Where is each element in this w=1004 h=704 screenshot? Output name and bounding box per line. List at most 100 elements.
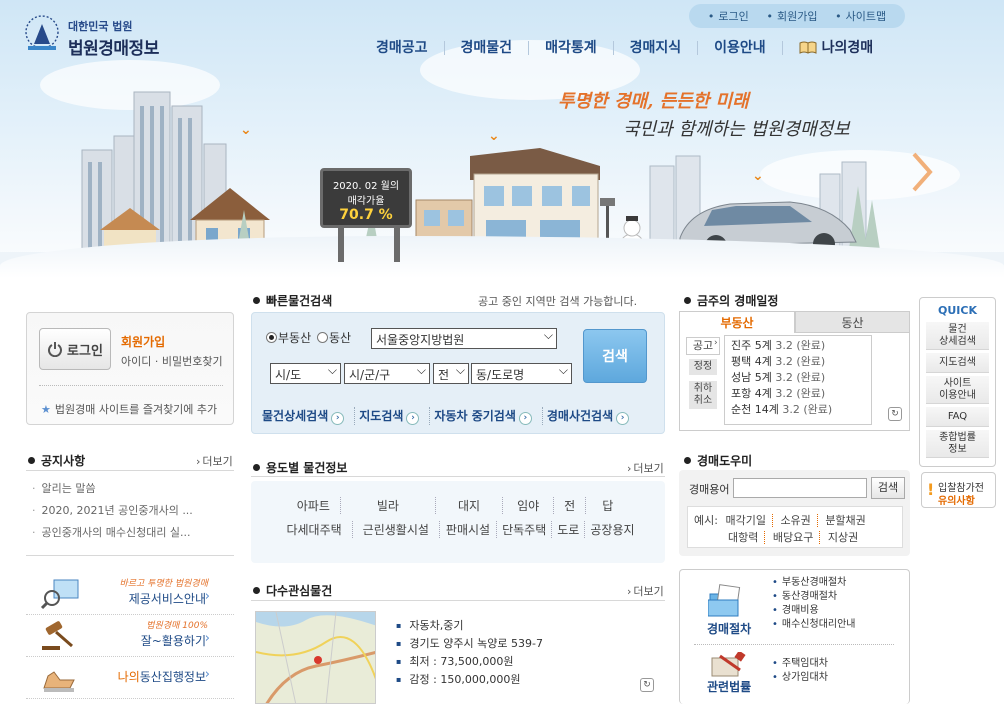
usage-forest[interactable]: 임야 bbox=[503, 497, 555, 514]
term-search-button[interactable]: 검색 bbox=[871, 477, 905, 499]
promo-sub: 법원경매 100% bbox=[146, 621, 208, 631]
divider bbox=[26, 614, 234, 615]
usage-road[interactable]: 도로 bbox=[552, 521, 586, 538]
usage-field[interactable]: 전 bbox=[554, 497, 587, 514]
procedure-link[interactable]: 경매비용 bbox=[772, 604, 856, 618]
popular-more-link[interactable]: 더보기 bbox=[627, 583, 663, 599]
top-link-login[interactable]: 로그인 bbox=[708, 8, 748, 24]
tab-movable[interactable]: 동산 bbox=[795, 311, 910, 333]
quick-item-map-search[interactable]: 지도검색 bbox=[926, 353, 989, 373]
usage-multifamily[interactable]: 다세대주택 bbox=[276, 521, 353, 538]
popular-item-map[interactable] bbox=[255, 611, 376, 704]
schedule-item[interactable]: 진주 5계 3.2 (완료) bbox=[731, 338, 865, 354]
map-thumbnail bbox=[256, 612, 375, 703]
dong-road-select[interactable]: 동/도로명 bbox=[471, 363, 572, 384]
all-select[interactable]: 전 bbox=[433, 363, 469, 384]
procedure-link[interactable]: 매수신청대리안내 bbox=[772, 618, 856, 632]
court-select[interactable]: 서울중앙지방법원 bbox=[371, 328, 557, 349]
procedure-link[interactable]: 동산경매절차 bbox=[772, 590, 856, 604]
schedule-item[interactable]: 순천 14계 3.2 (완료) bbox=[731, 402, 865, 418]
law-link[interactable]: 주택임대차 bbox=[772, 657, 828, 671]
law-link[interactable]: 상가임대차 bbox=[772, 671, 828, 685]
join-link[interactable]: 회원가입 bbox=[121, 333, 165, 350]
nav-my-auction[interactable]: 나의경매 bbox=[783, 41, 890, 55]
nav-sale-statistics[interactable]: 매각통계 bbox=[529, 41, 614, 55]
sigungu-select[interactable]: 시/군/구 bbox=[344, 363, 430, 384]
usage-villa[interactable]: 빌라 bbox=[341, 497, 436, 514]
example-term[interactable]: 매각기일 bbox=[725, 514, 773, 527]
usage-apartment[interactable]: 아파트 bbox=[287, 497, 341, 514]
promo-my-movable-execution[interactable]: 나의동산집행정보 › bbox=[26, 660, 234, 696]
sido-select[interactable]: 시/도 bbox=[270, 363, 341, 384]
schedule-item-name: 포항 4계 bbox=[731, 387, 772, 400]
bullet-icon bbox=[253, 587, 260, 594]
tab-case-search[interactable]: 경매사건검색 › bbox=[547, 407, 639, 425]
tab-vehicle-search[interactable]: 자동차 중기검색 › bbox=[434, 407, 543, 425]
quick-item-site-guide[interactable]: 사이트 이용안내 bbox=[926, 376, 989, 404]
bidder-notice-button[interactable]: ! 입찰참가전 유의사항 bbox=[921, 472, 996, 508]
usage-more-link[interactable]: 더보기 bbox=[627, 460, 663, 476]
tab-real-estate[interactable]: 부동산 bbox=[679, 311, 795, 333]
radio-real-estate[interactable]: 부동산 bbox=[266, 331, 311, 345]
top-link-sitemap[interactable]: 사이트맵 bbox=[835, 8, 886, 24]
procedure-label[interactable]: 경매절차 bbox=[707, 620, 751, 637]
refresh-icon[interactable]: ↻ bbox=[640, 678, 654, 692]
quick-item-law-info[interactable]: 종합법률 정보 bbox=[926, 430, 989, 458]
notice-item[interactable]: 알리는 말씀 bbox=[32, 478, 228, 500]
usage-land[interactable]: 대지 bbox=[436, 497, 504, 514]
notice-title: 공지사항 bbox=[28, 452, 85, 469]
tab-detail-search[interactable]: 물건상세검색 › bbox=[262, 407, 356, 425]
site-logo[interactable]: 대한민국 법원 법원경매정보 bbox=[22, 14, 172, 59]
quick-item-faq[interactable]: FAQ bbox=[926, 407, 989, 427]
example-term[interactable]: 대항력 bbox=[728, 531, 766, 544]
law-label[interactable]: 관련법률 bbox=[707, 678, 751, 695]
find-id-password-link[interactable]: 아이디 · 비밀번호찾기 bbox=[121, 353, 223, 369]
usage-neighborhood[interactable]: 근린생활시설 bbox=[353, 521, 440, 538]
usage-row-2: 다세대주택 근린생활시설 판매시설 단독주택 도로 공장용지 bbox=[251, 521, 665, 538]
tab-map-search[interactable]: 지도검색 › bbox=[359, 407, 431, 425]
usage-detached-house[interactable]: 단독주택 bbox=[497, 521, 553, 538]
example-term[interactable]: 소유권 bbox=[780, 514, 818, 527]
chevron-right-icon[interactable] bbox=[908, 150, 934, 194]
filter-correction[interactable]: 정정 bbox=[689, 359, 717, 375]
term-search-input[interactable] bbox=[733, 478, 867, 498]
example-term[interactable]: 지상권 bbox=[828, 531, 858, 544]
example-term[interactable]: 배당요구 bbox=[772, 531, 821, 544]
helper-title: 경매도우미 bbox=[684, 452, 752, 469]
quick-item-detail-search[interactable]: 물건 상세검색 bbox=[926, 322, 989, 350]
star-icon: ★ bbox=[41, 403, 51, 416]
radio-movable[interactable]: 동산 bbox=[316, 331, 352, 345]
procedure-link[interactable]: 부동산경매절차 bbox=[772, 576, 856, 590]
schedule-item[interactable]: 성남 5계 3.2 (완료) bbox=[731, 370, 865, 386]
notice-item[interactable]: 공인중개사의 매수신청대리 실... bbox=[32, 522, 228, 544]
billboard-post bbox=[338, 228, 344, 262]
nav-auction-notice[interactable]: 경매공고 bbox=[360, 41, 445, 55]
notice-more-link[interactable]: 더보기 bbox=[196, 453, 232, 469]
login-button[interactable]: 로그인 bbox=[39, 328, 111, 370]
radio-movable-label: 동산 bbox=[328, 331, 352, 345]
bullet-icon bbox=[253, 464, 260, 471]
promo-service-guide[interactable]: 바르고 투명한 법원경매 제공서비스안내 › bbox=[26, 576, 234, 612]
search-button[interactable]: 검색 bbox=[583, 329, 647, 383]
bidder-notice-line2: 유의사항 bbox=[938, 496, 975, 507]
refresh-icon[interactable]: ↻ bbox=[888, 407, 902, 421]
filter-withdraw-line1: 취하 bbox=[693, 383, 713, 394]
schedule-item[interactable]: 포항 4계 3.2 (완료) bbox=[731, 386, 865, 402]
filter-withdraw[interactable]: 취하 취소 bbox=[689, 381, 717, 409]
top-link-join[interactable]: 회원가입 bbox=[766, 8, 817, 24]
nav-usage-guide[interactable]: 이용안내 bbox=[698, 41, 783, 55]
promo-how-to-use[interactable]: 법원경매 100% 잘~활용하기 › bbox=[26, 618, 234, 654]
schedule-item[interactable]: 평택 4계 3.2 (완료) bbox=[731, 354, 865, 370]
usage-paddy[interactable]: 답 bbox=[586, 497, 629, 514]
radio-unchecked-icon bbox=[316, 332, 328, 343]
hero-slogan-line2: 국민과 함께하는 법원경매정보 bbox=[623, 119, 850, 140]
notice-item[interactable]: 2020, 2021년 공인중개사의 ... bbox=[32, 500, 228, 522]
nav-auction-items[interactable]: 경매물건 bbox=[445, 41, 530, 55]
example-term[interactable]: 분할채권 bbox=[825, 514, 865, 527]
usage-factory-land[interactable]: 공장용지 bbox=[585, 521, 639, 538]
usage-retail[interactable]: 판매시설 bbox=[440, 521, 498, 538]
add-favorite-link[interactable]: ★ 법원경매 사이트를 즐겨찾기에 추가 bbox=[41, 401, 217, 417]
nav-auction-knowledge[interactable]: 경매지식 bbox=[614, 41, 699, 55]
chevron-right-icon: › bbox=[331, 412, 345, 425]
divider bbox=[251, 600, 665, 601]
